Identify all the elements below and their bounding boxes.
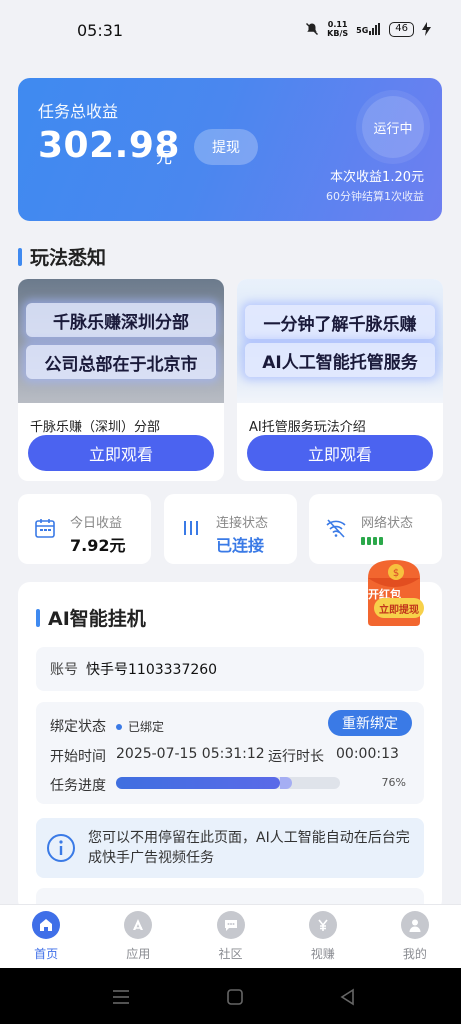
home-square-icon[interactable] bbox=[224, 986, 246, 1008]
ai-card-title-text: AI智能挂机 bbox=[48, 608, 146, 630]
task-progress-percent: 76% bbox=[381, 776, 406, 789]
earnings-card: 任务总收益 302.98 元 提现 运行中 本次收益1.20元 60分钟结算1次… bbox=[18, 78, 442, 221]
stat-label: 网络状态 bbox=[361, 516, 414, 531]
rebind-button[interactable]: 重新绑定 bbox=[328, 710, 412, 736]
earnings-title: 任务总收益 bbox=[38, 102, 119, 121]
wifi-off-icon bbox=[326, 519, 346, 538]
section-title-text: 玩法悉知 bbox=[30, 247, 107, 269]
video-card-shenzhen[interactable]: 千脉乐赚深圳分部 公司总部在于北京市 千脉乐赚（深圳）分部 立即观看 bbox=[18, 279, 224, 481]
red-packet-button[interactable]: $ 开红包 立即提现 bbox=[360, 556, 428, 628]
stat-today-earnings: 今日收益 7.92元 bbox=[18, 494, 151, 564]
chat-icon bbox=[216, 911, 245, 939]
bind-status-dot bbox=[116, 723, 122, 730]
home-icon bbox=[32, 911, 61, 939]
yuan-icon bbox=[308, 911, 337, 939]
progress-label: 任务进度 bbox=[50, 778, 106, 794]
earnings-unit: 元 bbox=[156, 148, 173, 167]
ai-card-title: AI智能挂机 bbox=[36, 604, 146, 631]
mute-bell-icon bbox=[306, 23, 319, 35]
tab-apps[interactable]: 应用 bbox=[92, 905, 184, 968]
withdraw-button[interactable]: 提现 bbox=[194, 129, 258, 165]
net-speed-value: 0.11 bbox=[327, 20, 348, 29]
user-icon bbox=[400, 911, 429, 939]
back-triangle-icon[interactable] bbox=[337, 986, 359, 1008]
status-bar: 05:31 0.11 KB/S 5G 46 bbox=[0, 0, 461, 62]
bind-status: 已绑定 bbox=[116, 718, 164, 735]
account-row: 账号 快手号1103337260 bbox=[36, 647, 424, 691]
task-progress-bar bbox=[116, 777, 340, 789]
bottom-tab-bar: 首页 应用 社区 视赚 我的 bbox=[0, 904, 461, 968]
thumbnail-caption-line2: AI人工智能托管服务 bbox=[245, 343, 435, 377]
status-icons: 0.11 KB/S 5G 46 bbox=[305, 20, 431, 38]
running-status-badge: 运行中 bbox=[362, 96, 424, 158]
section-accent-bar bbox=[36, 608, 40, 627]
status-time: 05:31 bbox=[77, 21, 124, 40]
info-text: 您可以不用停留在此页面，AI人工智能自动在后台完成快手广告视频任务 bbox=[88, 830, 410, 866]
tab-video-earn[interactable]: 视赚 bbox=[277, 905, 369, 968]
tab-label: 社区 bbox=[218, 947, 243, 961]
system-nav-bar bbox=[0, 968, 461, 1024]
tab-label: 首页 bbox=[34, 947, 59, 961]
network-signal-bars bbox=[361, 537, 383, 545]
stat-label: 连接状态 bbox=[216, 516, 269, 531]
signal-icon: 5G bbox=[356, 23, 381, 35]
ai-hosting-card: AI智能挂机 账号 快手号1103337260 绑定状态 已绑定 重新绑定 开始… bbox=[18, 582, 442, 912]
tab-home[interactable]: 首页 bbox=[0, 905, 92, 968]
video-thumbnail[interactable]: 千脉乐赚深圳分部 公司总部在于北京市 bbox=[18, 279, 224, 403]
stat-value: 已连接 bbox=[216, 536, 265, 555]
watch-now-button[interactable]: 立即观看 bbox=[28, 435, 214, 471]
start-time-value: 2025-07-15 05:31:12 bbox=[116, 746, 265, 762]
settle-note: 60分钟结算1次收益 bbox=[326, 190, 424, 203]
app-icon bbox=[124, 911, 153, 939]
stat-value: 7.92元 bbox=[70, 536, 126, 555]
task-progress-tip bbox=[280, 777, 292, 789]
battery-indicator: 46 bbox=[389, 21, 414, 37]
section-title-howto: 玩法悉知 bbox=[18, 243, 106, 270]
menu-icon[interactable] bbox=[110, 986, 132, 1008]
task-progress-fill bbox=[116, 777, 280, 789]
thumbnail-caption-line1: 千脉乐赚深圳分部 bbox=[26, 303, 216, 337]
tab-label: 应用 bbox=[126, 947, 151, 961]
video-thumbnail[interactable]: 一分钟了解千脉乐赚 AI人工智能托管服务 bbox=[237, 279, 443, 403]
thumbnail-caption-line2: 公司总部在于北京市 bbox=[26, 345, 216, 379]
info-icon bbox=[47, 834, 75, 862]
net-speed: 0.11 KB/S bbox=[327, 20, 348, 38]
bind-status-label: 绑定状态 bbox=[50, 719, 106, 735]
tab-label: 视赚 bbox=[310, 947, 335, 961]
stat-network-status: 网络状态 bbox=[309, 494, 442, 564]
start-time-label: 开始时间 bbox=[50, 749, 106, 765]
video-title: 千脉乐赚（深圳）分部 bbox=[30, 420, 161, 435]
svg-text:$: $ bbox=[393, 568, 399, 579]
runtime-value: 00:00:13 bbox=[336, 746, 399, 762]
stat-label: 今日收益 bbox=[70, 516, 123, 531]
account-label: 账号 bbox=[50, 662, 78, 678]
watch-now-button[interactable]: 立即观看 bbox=[247, 435, 433, 471]
network-type: 5G bbox=[356, 26, 369, 35]
section-accent-bar bbox=[18, 247, 22, 266]
video-title: AI托管服务玩法介绍 bbox=[249, 420, 366, 435]
stat-connection-status: 连接状态 已连接 bbox=[164, 494, 297, 564]
session-earnings: 本次收益1.20元 bbox=[330, 170, 424, 185]
calendar-icon bbox=[35, 519, 55, 538]
account-value: 快手号1103337260 bbox=[86, 662, 218, 678]
net-speed-unit: KB/S bbox=[327, 29, 349, 38]
connection-bars-icon bbox=[184, 521, 198, 535]
tab-label: 我的 bbox=[402, 947, 427, 961]
task-detail-box: 绑定状态 已绑定 重新绑定 开始时间 2025-07-15 05:31:12 运… bbox=[36, 702, 424, 804]
thumbnail-caption-line1: 一分钟了解千脉乐赚 bbox=[245, 305, 435, 339]
red-packet-withdraw[interactable]: 立即提现 bbox=[374, 598, 424, 618]
info-notice: 您可以不用停留在此页面，AI人工智能自动在后台完成快手广告视频任务 bbox=[36, 818, 424, 878]
video-card-ai-hosting[interactable]: 一分钟了解千脉乐赚 AI人工智能托管服务 AI托管服务玩法介绍 立即观看 bbox=[237, 279, 443, 481]
tab-profile[interactable]: 我的 bbox=[369, 905, 461, 968]
bind-status-value: 已绑定 bbox=[128, 720, 165, 734]
charging-icon bbox=[422, 22, 431, 36]
tab-community[interactable]: 社区 bbox=[184, 905, 276, 968]
runtime-label: 运行时长 bbox=[268, 749, 324, 765]
